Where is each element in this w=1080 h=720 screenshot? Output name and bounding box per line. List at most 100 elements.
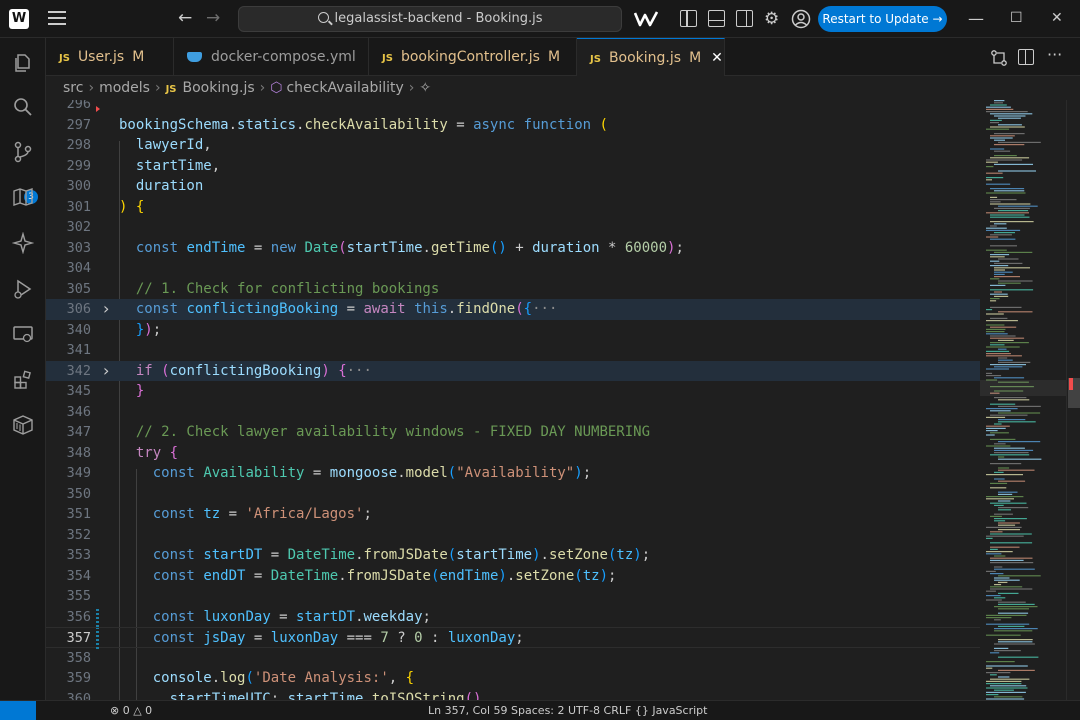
- code-line[interactable]: 352: [46, 525, 980, 546]
- code-line[interactable]: 300 duration: [46, 176, 980, 197]
- code-editor[interactable]: 296 297 bookingSchema.statics.checkAvailab…: [46, 100, 980, 700]
- code-line[interactable]: 349 const Availability = mongoose.model(…: [46, 463, 980, 484]
- code-line[interactable]: 340 });: [46, 320, 980, 341]
- modified-marker: M: [547, 49, 561, 65]
- code-text: try {: [135, 444, 179, 461]
- toggle-primary-sidebar-icon[interactable]: [680, 10, 697, 27]
- code-line[interactable]: 354 const endDT = DateTime.fromJSDate(en…: [46, 566, 980, 587]
- ai-sparkle-icon[interactable]: [12, 232, 34, 254]
- status-info[interactable]: Ln 357, Col 59 Spaces: 2 UTF-8 CRLF {} J…: [428, 701, 707, 720]
- code-line[interactable]: 357 const jsDay = luxonDay === 7 ? 0 : l…: [46, 627, 980, 649]
- code-line[interactable]: 350: [46, 484, 980, 505]
- code-text: if (conflictingBooking) {···: [135, 362, 372, 379]
- code-line[interactable]: 348 try {: [46, 443, 980, 464]
- remote-explorer-icon[interactable]: [12, 323, 34, 345]
- explorer-icon[interactable]: [12, 52, 34, 74]
- code-text: const endTime = new Date(startTime.getTi…: [135, 239, 684, 256]
- code-text: bookingSchema.statics.checkAvailability …: [119, 116, 608, 133]
- code-line[interactable]: 341: [46, 340, 980, 361]
- toggle-secondary-sidebar-icon[interactable]: [736, 10, 753, 27]
- fold-chevron-icon[interactable]: ›: [103, 361, 109, 380]
- js-icon: JS: [165, 84, 177, 95]
- breadcrumb-src[interactable]: src: [63, 80, 83, 96]
- code-line[interactable]: 304: [46, 258, 980, 279]
- code-text: const tz = 'Africa/Lagos';: [152, 506, 372, 522]
- code-line[interactable]: 303 const endTime = new Date(startTime.g…: [46, 238, 980, 259]
- activity-bar: 3: [0, 38, 46, 700]
- remote-indicator[interactable]: [0, 701, 36, 720]
- breadcrumb-symbol[interactable]: checkAvailability: [286, 80, 403, 96]
- code-line[interactable]: 301) {: [46, 197, 980, 218]
- code-line[interactable]: 358: [46, 648, 980, 669]
- map-icon[interactable]: [12, 186, 34, 208]
- gear-icon[interactable]: ⚙: [764, 9, 784, 29]
- breadcrumb-file[interactable]: Booking.js: [183, 80, 255, 96]
- modified-line-indicator[interactable]: [96, 606, 99, 627]
- vertical-scrollbar[interactable]: [1066, 100, 1080, 700]
- code-line[interactable]: 296: [46, 100, 980, 115]
- search-icon[interactable]: [12, 96, 34, 118]
- line-number: 348: [66, 444, 91, 461]
- line-number: 303: [66, 239, 91, 256]
- code-line[interactable]: 355: [46, 586, 980, 607]
- line-number: 354: [66, 567, 91, 584]
- forward-arrow-icon[interactable]: →: [206, 8, 220, 28]
- code-line[interactable]: 299 startTime,: [46, 156, 980, 177]
- scrollbar-error-mark: [1069, 378, 1073, 390]
- fold-chevron-icon[interactable]: ›: [103, 299, 109, 318]
- code-line[interactable]: 302: [46, 217, 980, 238]
- back-arrow-icon[interactable]: ←: [178, 8, 192, 28]
- code-line[interactable]: 356 const luxonDay = startDT.weekday;: [46, 606, 980, 627]
- maximize-button[interactable]: ☐: [1010, 10, 1023, 26]
- line-number: 301: [66, 198, 91, 215]
- status-bar: ⊗ 0 △ 0 Ln 357, Col 59 Spaces: 2 UTF-8 C…: [0, 700, 1080, 720]
- js-icon: JS: [382, 53, 393, 64]
- code-line[interactable]: 305 // 1. Check for conflicting bookings: [46, 279, 980, 300]
- sparkle-icon[interactable]: ✧: [419, 80, 431, 96]
- open-changes-icon[interactable]: [990, 49, 1008, 67]
- breadcrumb-models[interactable]: models: [99, 80, 150, 96]
- run-and-debug-icon[interactable]: [12, 278, 34, 300]
- minimize-button[interactable]: —: [968, 9, 984, 28]
- code-line[interactable]: 345 }: [46, 381, 980, 402]
- code-text: startTime,: [135, 157, 221, 174]
- code-line[interactable]: 306 › const conflictingBooking = await th…: [46, 299, 980, 320]
- split-editor-icon[interactable]: [1018, 49, 1034, 65]
- line-number: 341: [66, 342, 91, 358]
- menu-icon[interactable]: [48, 11, 66, 25]
- line-number: 304: [66, 260, 91, 276]
- command-center-search[interactable]: legalassist-backend - Booking.js: [238, 6, 622, 32]
- restart-to-update-button[interactable]: Restart to Update →: [818, 6, 947, 32]
- close-window-button[interactable]: ✕: [1051, 10, 1063, 26]
- modified-line-indicator[interactable]: [96, 628, 99, 649]
- code-line[interactable]: 346: [46, 402, 980, 423]
- code-text: const luxonDay = startDT.weekday;: [152, 608, 431, 625]
- code-text: startTimeUTC: startTime.toISOString(): [169, 690, 482, 701]
- tab-docker-compose[interactable]: docker-compose.yml: [174, 38, 369, 76]
- line-number: 346: [66, 403, 91, 420]
- tab-booking-js[interactable]: JS Booking.js M ✕: [577, 38, 725, 76]
- code-text: lawyerId,: [135, 137, 212, 153]
- line-number: 297: [66, 116, 91, 133]
- minimap[interactable]: [980, 100, 1066, 700]
- more-actions-icon[interactable]: ···: [1047, 45, 1062, 64]
- account-icon[interactable]: [791, 9, 811, 29]
- tab-user-js[interactable]: JS User.js M: [46, 38, 174, 76]
- toggle-panel-icon[interactable]: [708, 10, 725, 27]
- problems-indicator[interactable]: ⊗ 0 △ 0: [110, 701, 152, 720]
- code-line[interactable]: 353 const startDT = DateTime.fromJSDate(…: [46, 545, 980, 566]
- code-text: const conflictingBooking = await this.fi…: [135, 301, 558, 317]
- tab-booking-controller[interactable]: JS bookingController.js M: [369, 38, 577, 76]
- code-line[interactable]: 342 › if (conflictingBooking) {···: [46, 360, 980, 381]
- code-line[interactable]: 297 bookingSchema.statics.checkAvailabili…: [46, 115, 980, 136]
- code-line[interactable]: 359 console.log('Date Analysis:', {: [46, 668, 980, 689]
- code-line[interactable]: 347 // 2. Check lawyer availability wind…: [46, 422, 980, 443]
- extensions-icon[interactable]: [12, 369, 34, 391]
- close-tab-icon[interactable]: ✕: [711, 50, 723, 66]
- code-line[interactable]: 298 lawyerId,: [46, 135, 980, 156]
- code-line[interactable]: 351 const tz = 'Africa/Lagos';: [46, 504, 980, 525]
- windsurf-logo-icon[interactable]: [634, 9, 658, 29]
- containers-icon[interactable]: [12, 414, 34, 436]
- source-control-icon[interactable]: [12, 141, 34, 163]
- code-line[interactable]: 360 startTimeUTC: startTime.toISOString(…: [46, 689, 980, 701]
